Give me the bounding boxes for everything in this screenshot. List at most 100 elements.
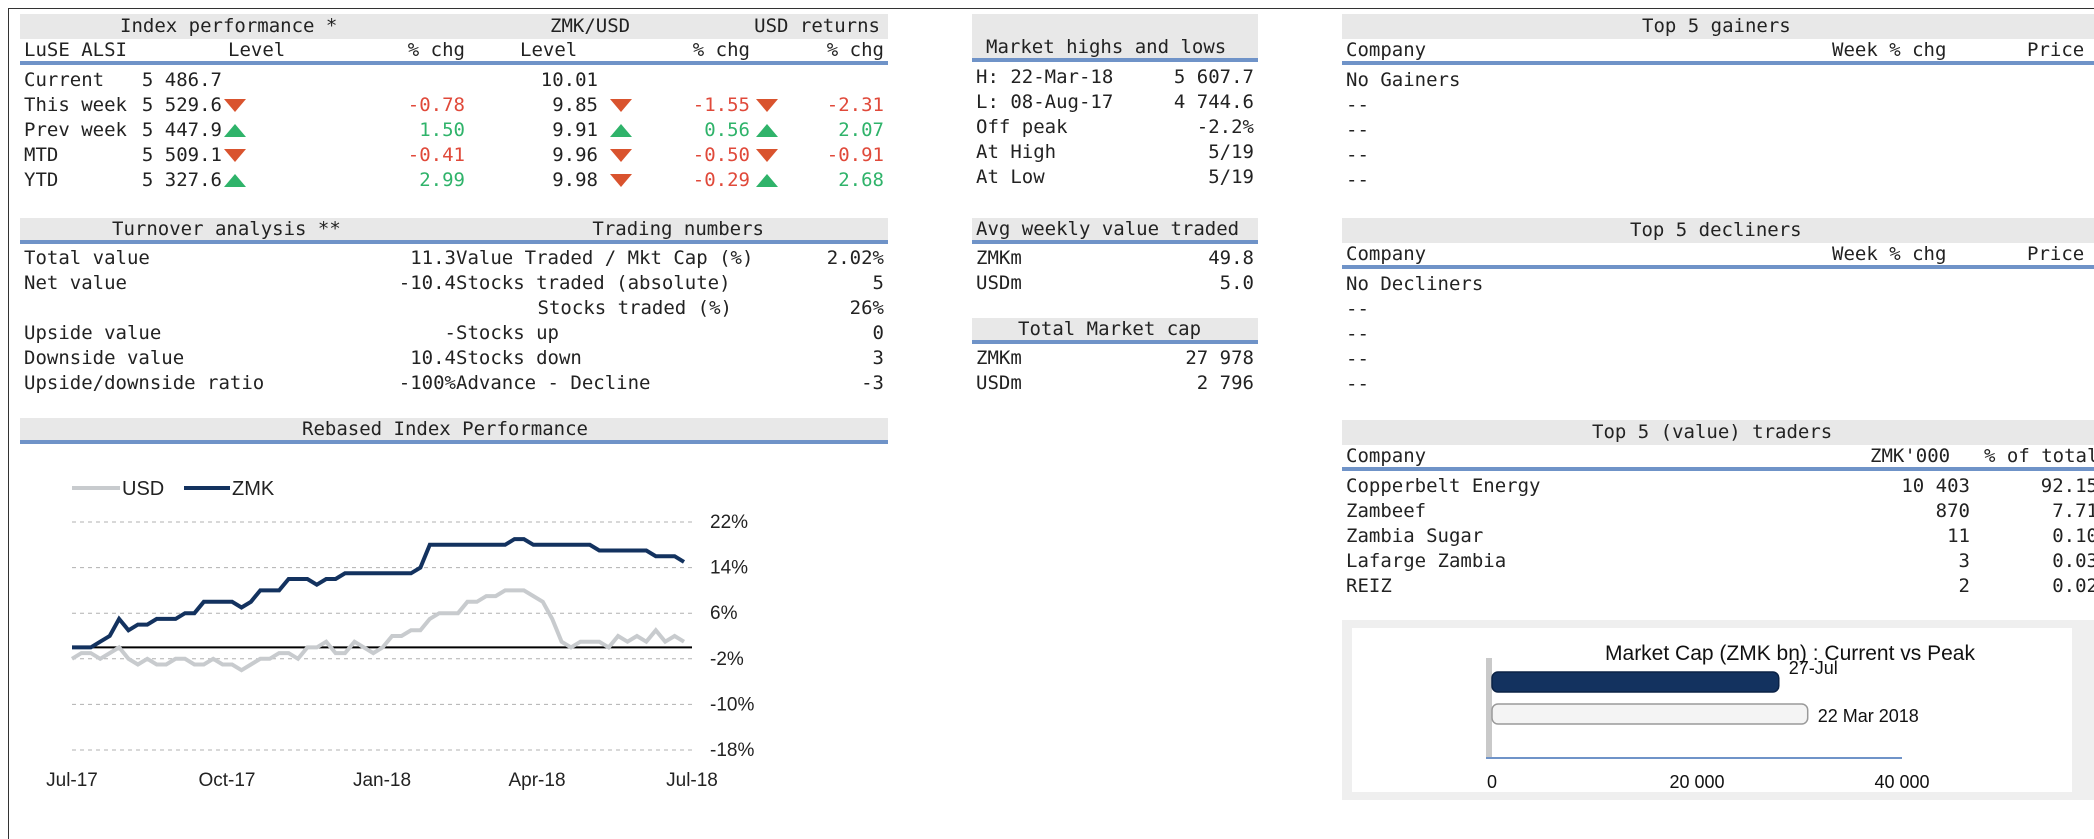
series-line-zmk	[72, 537, 686, 650]
decliners-company: No Decliners	[1346, 273, 1484, 295]
trader-company: Lafarge Zambia	[1346, 550, 1507, 572]
highs-lows-label: At Low	[976, 166, 1045, 188]
trading-label: Stocks down	[456, 347, 582, 369]
chart-wall	[1486, 658, 1492, 758]
decliners-row: --	[1342, 347, 2094, 372]
trader-row: Zambia Sugar 11 0.10	[1342, 524, 2094, 549]
turnover-row: Downside value 10.4 Stocks down 3	[20, 346, 888, 371]
fx-level: 9.85	[552, 94, 598, 116]
x-tick-label: Jul-18	[666, 770, 718, 791]
usd-return: -0.91	[826, 144, 884, 166]
avg-weekly-header: Avg weekly value traded	[972, 218, 1258, 244]
trader-row: REIZ 2 0.02	[1342, 574, 2094, 599]
turnover-panel: Turnover analysis ** Trading numbers Tot…	[20, 218, 888, 396]
fx-chg: -0.29	[692, 169, 750, 191]
gainers-row: --	[1342, 118, 2094, 143]
turnover-row: Stocks traded (%) 26%	[20, 296, 888, 321]
traders-col-pct: % of total	[1984, 445, 2094, 467]
bar-x-tick: 20 000	[1669, 772, 1724, 792]
performance-row: This week 5 529.6 -0.78 9.85 -1.55 -2.31	[20, 93, 888, 118]
highs-lows-label: Off peak	[976, 116, 1068, 138]
performance-level: 5 486.7	[141, 69, 222, 91]
trader-company: Copperbelt Energy	[1346, 475, 1541, 497]
gainers-company: --	[1346, 119, 1369, 141]
highs-lows-row: At Low 5/19	[972, 165, 1258, 190]
trader-company: Zambeef	[1346, 500, 1427, 522]
decliners-col-company: Company	[1346, 243, 1427, 265]
performance-level: 5 327.6	[141, 169, 222, 191]
decliners-col-price: Price	[2027, 243, 2085, 265]
performance-row: MTD 5 509.1 -0.41 9.96 -0.50 -0.91	[20, 143, 888, 168]
avg-weekly-label: ZMKm	[976, 247, 1022, 269]
turnover-label: Downside value	[24, 347, 185, 369]
gainers-row: --	[1342, 93, 2094, 118]
trading-numbers-title: Trading numbers	[592, 218, 764, 240]
index-performance-title: Index performance *	[120, 15, 338, 37]
usd-return: 2.07	[838, 119, 884, 141]
x-tick-label: Jan-18	[353, 770, 411, 791]
market-cap-value: 27 978	[1185, 347, 1254, 369]
x-tick-label: Oct-17	[198, 770, 255, 791]
decliners-company: --	[1346, 373, 1369, 395]
trader-pct: 92.15	[2040, 475, 2094, 497]
y-tick-label: 22%	[710, 512, 748, 533]
down-arrow-icon	[610, 174, 632, 199]
trader-value: 11	[1947, 525, 1970, 547]
legend-label-zmk: ZMK	[232, 478, 275, 500]
decliners-row: No Decliners	[1342, 272, 2094, 297]
trading-label: Stocks traded (absolute)	[456, 272, 731, 294]
highs-lows-row: H: 22-Mar-18 5 607.7	[972, 65, 1258, 90]
avg-weekly-value: 5.0	[1219, 272, 1254, 294]
performance-label: MTD	[24, 144, 59, 166]
trading-label: Value Traded / Mkt Cap (%)	[456, 247, 754, 269]
fx-level: 9.98	[552, 169, 598, 191]
traders-header: Company ZMK'000 % of total	[1342, 445, 2094, 471]
usd-returns-title: USD returns	[754, 15, 880, 37]
performance-label: This week	[24, 94, 127, 116]
highs-lows-header: Market highs and lows	[972, 14, 1258, 62]
usd-return: 2.68	[838, 169, 884, 191]
performance-chg: -0.78	[407, 94, 465, 116]
highs-lows-row: Off peak -2.2%	[972, 115, 1258, 140]
turnover-label: Net value	[24, 272, 127, 294]
rebased-title: Rebased Index Performance	[302, 418, 588, 440]
index-performance-header: LuSE ALSI Level % chg Level % chg % chg	[20, 39, 888, 65]
gainers-row: --	[1342, 168, 2094, 193]
col-usd-chg: % chg	[826, 39, 884, 61]
fx-chg: -0.50	[692, 144, 750, 166]
turnover-value: 11.3	[410, 247, 456, 269]
trading-label: Stocks up	[456, 322, 559, 344]
decliners-company: --	[1346, 348, 1369, 370]
up-arrow-icon	[756, 174, 778, 199]
traders-col-zmk: ZMK'000	[1870, 445, 1951, 467]
turnover-row: Upside value - Stocks up 0	[20, 321, 888, 346]
col-level: Level	[228, 39, 286, 61]
trader-pct: 0.03	[2052, 550, 2094, 572]
gainers-col-company: Company	[1346, 39, 1427, 61]
fx-level: 9.91	[552, 119, 598, 141]
y-tick-label: -2%	[710, 649, 744, 670]
rebased-line-chart: 22% 14% 6% -2% -10% -18% Jul-17 Oct-17 Jan-18 Apr…	[46, 478, 754, 791]
zmk-usd-title: ZMK/USD	[550, 15, 631, 37]
y-tick-label: 6%	[710, 603, 738, 624]
gainers-col-week-chg: Week % chg	[1832, 39, 1947, 61]
gainers-row: No Gainers	[1342, 68, 2094, 93]
highs-lows-value: -2.2%	[1196, 116, 1254, 138]
decliners-title-row: Top 5 decliners	[1342, 218, 2094, 243]
gainers-panel: Top 5 gainers Company Week % chg Price N…	[1342, 14, 2094, 193]
decliners-col-week-chg: Week % chg	[1832, 243, 1947, 265]
trading-value: 3	[872, 347, 884, 369]
highs-lows-row: At High 5/19	[972, 140, 1258, 165]
highs-lows-value: 5/19	[1208, 166, 1254, 188]
trading-value: 5	[872, 272, 884, 294]
trader-pct: 0.10	[2052, 525, 2094, 547]
performance-label: YTD	[24, 169, 59, 191]
traders-title-row: Top 5 (value) traders	[1342, 420, 2094, 445]
market-cap-bar-chart: Market Cap (ZMK bn) : Current vs Peak27-…	[1352, 628, 2072, 792]
turnover-header: Turnover analysis ** Trading numbers	[20, 218, 888, 244]
turnover-value: -10.4	[398, 272, 456, 294]
avg-weekly-title: Avg weekly value traded	[976, 218, 1240, 240]
trader-pct: 0.02	[2052, 575, 2094, 597]
turnover-row: Net value -10.4 Stocks traded (absolute) 5	[20, 271, 888, 296]
trader-row: Copperbelt Energy 10 403 92.15	[1342, 474, 2094, 499]
